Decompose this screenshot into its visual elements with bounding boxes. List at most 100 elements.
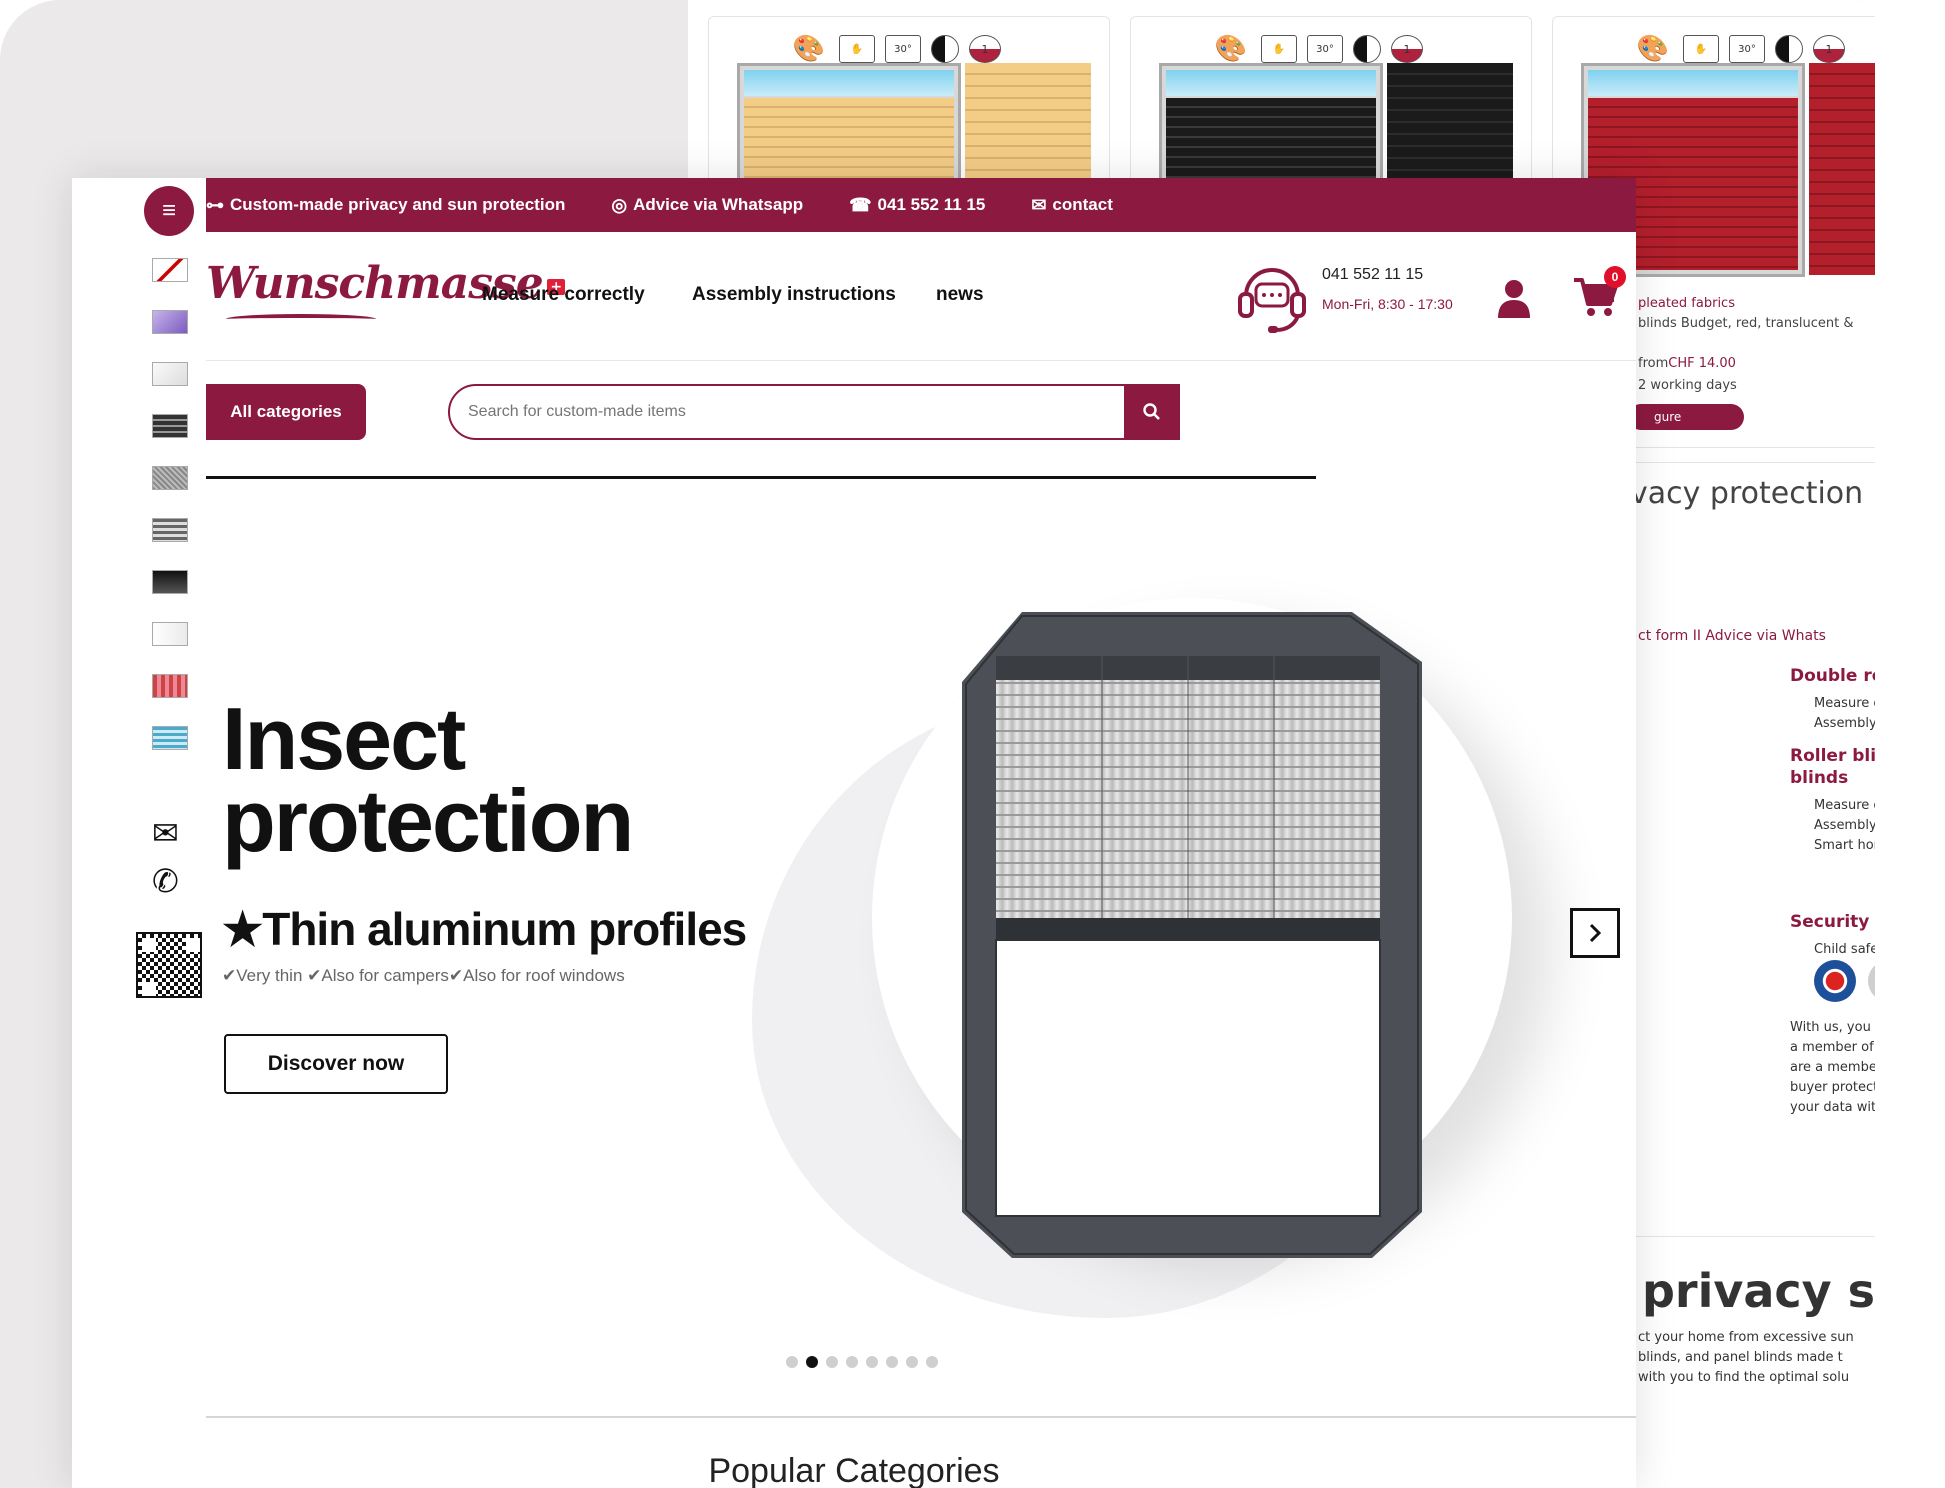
care-icons: 🎨 ✋ 30° 1: [1211, 35, 1423, 63]
whatsapp-icon: ◎: [611, 194, 628, 215]
footer-heading-roller-blinds-2: blinds: [1790, 768, 1849, 788]
no-insect-icon[interactable]: [152, 258, 188, 282]
intro-text-line: with you to find the optimal solu: [1638, 1370, 1850, 1385]
opacity-icon: [931, 35, 959, 63]
price-group-icon: 1: [1813, 35, 1845, 63]
slider-dot[interactable]: [866, 1356, 878, 1368]
search-icon: [1143, 403, 1160, 420]
slider-dot[interactable]: [846, 1356, 858, 1368]
slider-dot[interactable]: [806, 1356, 818, 1368]
search-button[interactable]: [1124, 384, 1180, 440]
mail-icon[interactable]: ✉: [152, 814, 179, 852]
nav-news[interactable]: news: [936, 284, 984, 306]
all-categories-button[interactable]: All categories: [206, 384, 366, 440]
security-text-line: your data with: [1790, 1100, 1885, 1115]
category-thumb-icon[interactable]: [152, 362, 188, 386]
headset-icon: [1238, 268, 1306, 333]
footer-link[interactable]: Measure c: [1814, 696, 1881, 711]
topbar-item[interactable]: ◎ Advice via Whatsapp: [611, 195, 803, 216]
logo-swoosh: [226, 314, 376, 324]
hand-wash-icon: ✋: [839, 35, 875, 63]
security-text-line: a member of H: [1790, 1040, 1888, 1055]
slider-pagination: [786, 1356, 938, 1368]
price-group-icon: 1: [1391, 35, 1423, 63]
category-thumb-icon[interactable]: [152, 518, 188, 542]
intro-text-line: blinds, and panel blinds made t: [1638, 1350, 1843, 1365]
palette-icon: 🎨: [1633, 36, 1673, 62]
left-sidebar: ✉ ✆: [72, 178, 206, 1488]
slider-dot[interactable]: [886, 1356, 898, 1368]
topbar-item[interactable]: ☎ 041 552 11 15: [849, 195, 985, 216]
category-thumb-icon[interactable]: [152, 726, 188, 750]
hero-features: ✔Very thin ✔Also for campers✔Also for ro…: [222, 966, 625, 985]
product-price: fromCHF 14.00: [1638, 356, 1736, 371]
security-heading: Security: [1790, 912, 1870, 932]
hamburger-menu-icon[interactable]: ≡: [144, 186, 194, 236]
care-icons: 🎨 ✋ 30° 1: [1633, 35, 1845, 63]
footer-link[interactable]: Assembly i: [1814, 818, 1884, 833]
hero-subtitle: ★Thin aluminum profiles: [222, 903, 747, 955]
opacity-icon: [1775, 35, 1803, 63]
slider-next-button[interactable]: [1570, 908, 1620, 958]
ruler-icon: ⊶: [206, 194, 224, 215]
intro-text-line: ct your home from excessive sun: [1638, 1330, 1854, 1345]
category-thumb-icon[interactable]: [152, 466, 188, 490]
section-heading: vacy protection: [1630, 476, 1864, 511]
nav-assembly-instructions[interactable]: Assembly instructions: [692, 284, 896, 306]
slider-dot[interactable]: [906, 1356, 918, 1368]
palette-icon: 🎨: [1211, 36, 1251, 62]
wash-icon: 30°: [1729, 35, 1765, 63]
contact-links[interactable]: ct form II Advice via Whats: [1638, 628, 1826, 644]
header-phone[interactable]: 041 552 11 15: [1322, 266, 1423, 284]
section-divider: [206, 1416, 1636, 1418]
product-category: pleated fabrics: [1638, 296, 1735, 311]
header-divider: [206, 360, 1636, 361]
opacity-icon: [1353, 35, 1381, 63]
hero-title: Insect protection: [222, 689, 634, 870]
palette-icon: 🎨: [789, 36, 829, 62]
product-description: blinds Budget, red, translucent &: [1638, 316, 1854, 331]
category-thumb-icon[interactable]: [152, 622, 188, 646]
contact-icon: ✉: [1031, 194, 1047, 215]
top-info-bar: ⊶ Custom-made privacy and sun protection …: [206, 178, 1636, 232]
user-account-icon[interactable]: [1496, 278, 1532, 318]
screenshot-frame: 🎨 ✋ 30° 1 🎨 ✋ 30° 1 🎨 ✋ 30° 1 pleated fa…: [0, 0, 1910, 1488]
header-hours: Mon-Fri, 8:30 - 17:30: [1322, 296, 1453, 312]
security-text-line: are a member: [1790, 1060, 1883, 1075]
hand-wash-icon: ✋: [1683, 35, 1719, 63]
qr-code-icon: [136, 932, 202, 998]
popular-categories-heading: Popular Categories: [708, 1452, 1000, 1488]
wash-icon: 30°: [1307, 35, 1343, 63]
category-thumb-icon[interactable]: [152, 570, 188, 594]
hand-wash-icon: ✋: [1261, 35, 1297, 63]
category-thumb-icon[interactable]: [152, 310, 188, 334]
configure-button[interactable]: gure: [1628, 404, 1744, 430]
slider-dot[interactable]: [826, 1356, 838, 1368]
slider-dot[interactable]: [786, 1356, 798, 1368]
category-shortcuts: [152, 258, 188, 778]
footer-link[interactable]: Measure c: [1814, 798, 1881, 813]
discover-now-button[interactable]: Discover now: [224, 1034, 448, 1094]
trust-badge-icon: [1814, 960, 1856, 1002]
category-thumb-icon[interactable]: [152, 674, 188, 698]
price-group-icon: 1: [969, 35, 1001, 63]
progress-line: [206, 476, 1316, 479]
phone-icon: ☎: [849, 194, 872, 215]
product-delivery: 2 working days: [1638, 378, 1737, 393]
search-input[interactable]: [448, 384, 1128, 440]
phone-icon[interactable]: ✆: [152, 862, 179, 900]
cart-count-badge: 0: [1604, 266, 1626, 288]
insect-screen-product-image: [962, 612, 1422, 1258]
right-edge: [1875, 0, 1910, 1488]
foreground-page: ✉ ✆ ⊶ Custom-made privacy and sun protect…: [72, 178, 1636, 1488]
care-icons: 🎨 ✋ 30° 1: [789, 35, 1001, 63]
big-heading: privacy se: [1642, 1264, 1907, 1318]
nav-measure-correctly[interactable]: Measure correctly: [482, 284, 645, 306]
footer-link[interactable]: Assembly i: [1814, 716, 1884, 731]
slider-dot[interactable]: [926, 1356, 938, 1368]
topbar-item[interactable]: ⊶ Custom-made privacy and sun protection: [206, 195, 565, 216]
chevron-right-icon: [1589, 923, 1602, 943]
topbar-item[interactable]: ✉ contact: [1031, 195, 1113, 216]
wash-icon: 30°: [885, 35, 921, 63]
category-thumb-icon[interactable]: [152, 414, 188, 438]
